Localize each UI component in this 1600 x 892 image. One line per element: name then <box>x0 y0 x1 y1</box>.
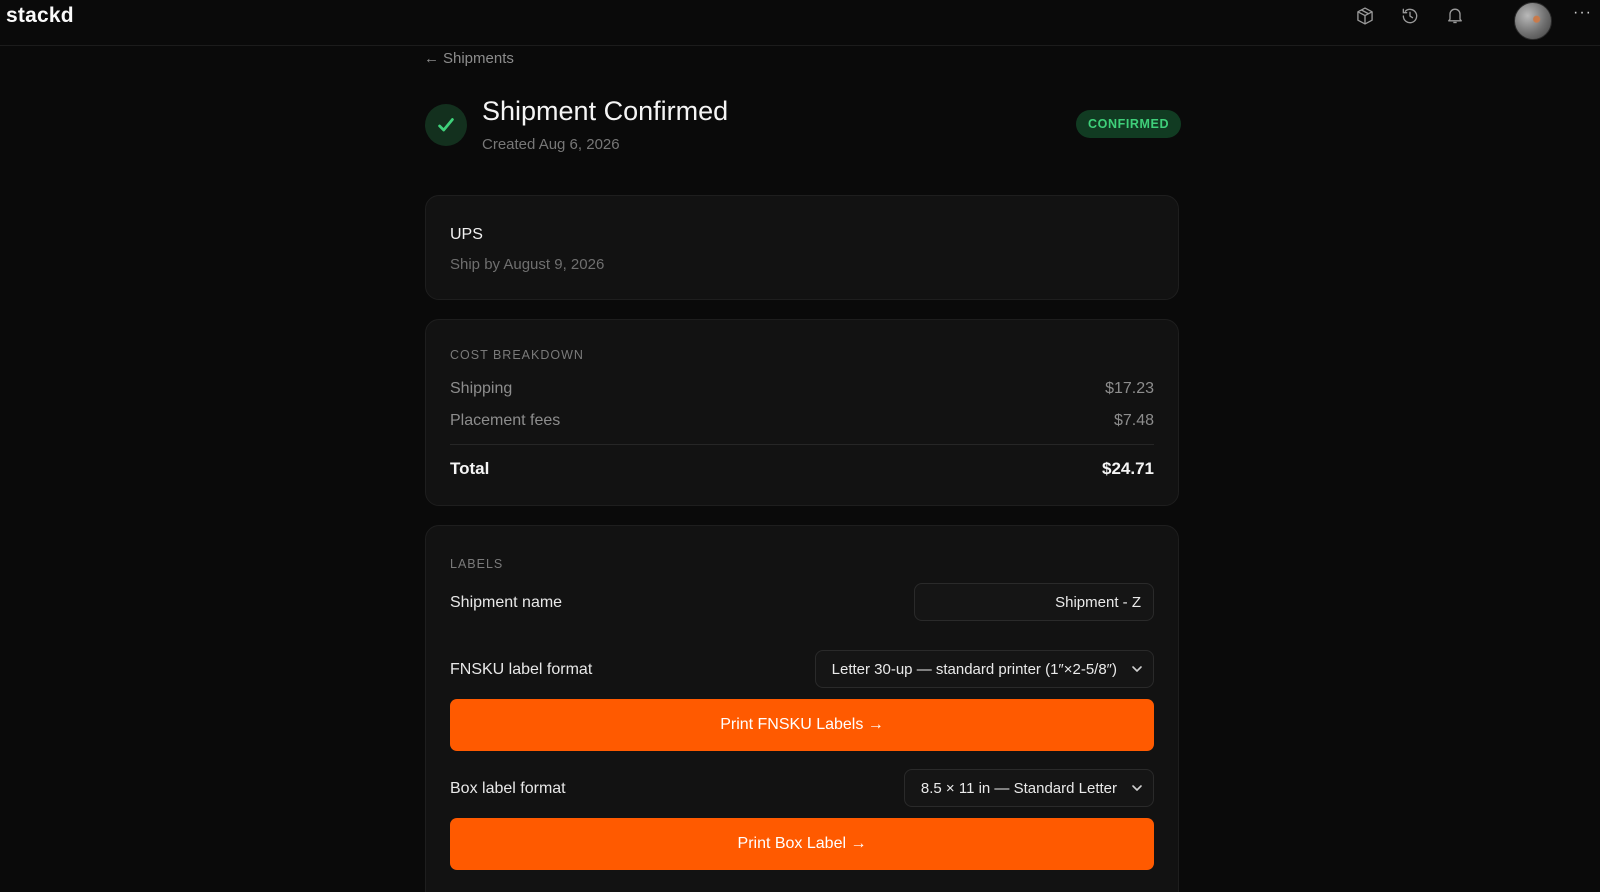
more-icon[interactable]: ··· <box>1573 4 1592 22</box>
created-date: Created Aug 6, 2026 <box>482 136 620 153</box>
cost-value: $7.48 <box>1113 412 1154 429</box>
section-label: COST BREAKDOWN <box>450 348 584 362</box>
fnsku-format-value: Letter 30-up — standard printer (1″×2-5/… <box>831 660 1117 678</box>
shipment-name-label: Shipment name <box>450 594 563 611</box>
cost-row: Shipping $17.23 <box>450 380 1154 398</box>
fnsku-format-label: FNSKU label format <box>450 661 593 678</box>
total-label: Total <box>450 459 490 478</box>
box-format-value: 8.5 × 11 in — Standard Letter <box>920 779 1117 797</box>
cost-label: Placement fees <box>450 412 561 429</box>
breadcrumb-label: Shipments <box>443 50 514 67</box>
carrier-card: UPS Ship by August 9, 2026 <box>425 195 1179 300</box>
total-value: $24.71 <box>1102 459 1154 478</box>
section-label: LABELS <box>450 557 504 571</box>
package-icon[interactable] <box>1354 5 1376 27</box>
box-format-select[interactable]: 8.5 × 11 in — Standard Letter <box>903 769 1154 807</box>
cost-label: Shipping <box>450 380 513 397</box>
cost-breakdown-card: COST BREAKDOWN Shipping $17.23 Placement… <box>425 319 1179 506</box>
fnsku-format-select[interactable]: Letter 30-up — standard printer (1″×2-5/… <box>814 650 1154 688</box>
breadcrumb[interactable]: ← Shipments <box>424 50 514 67</box>
cost-value: $17.23 <box>1105 380 1154 397</box>
success-icon <box>425 104 467 146</box>
top-bar: stackd ··· <box>0 0 1600 46</box>
brand-logo[interactable]: stackd <box>6 4 74 28</box>
carrier-name: UPS <box>450 226 483 243</box>
chevron-down-icon <box>1132 785 1142 791</box>
shipment-name-input[interactable] <box>914 583 1154 621</box>
chevron-down-icon <box>1132 666 1142 672</box>
labels-card: LABELS Shipment name FNSKU label format … <box>425 525 1179 892</box>
cost-row: Placement fees $7.48 <box>450 412 1154 430</box>
status-badge: CONFIRMED <box>1076 110 1182 138</box>
avatar[interactable] <box>1514 2 1552 40</box>
total-row: Total $24.71 <box>450 459 1154 479</box>
history-icon[interactable] <box>1399 5 1421 27</box>
box-format-label: Box label format <box>450 780 566 797</box>
divider <box>450 444 1154 445</box>
back-arrow-icon: ← <box>424 50 439 67</box>
bell-icon[interactable] <box>1444 4 1466 26</box>
print-box-label-button[interactable]: Print Box Label → <box>450 818 1154 870</box>
page-title: Shipment Confirmed <box>482 96 729 126</box>
print-fnsku-labels-button[interactable]: Print FNSKU Labels → <box>450 699 1154 751</box>
ship-by-date: Ship by August 9, 2026 <box>450 256 605 273</box>
